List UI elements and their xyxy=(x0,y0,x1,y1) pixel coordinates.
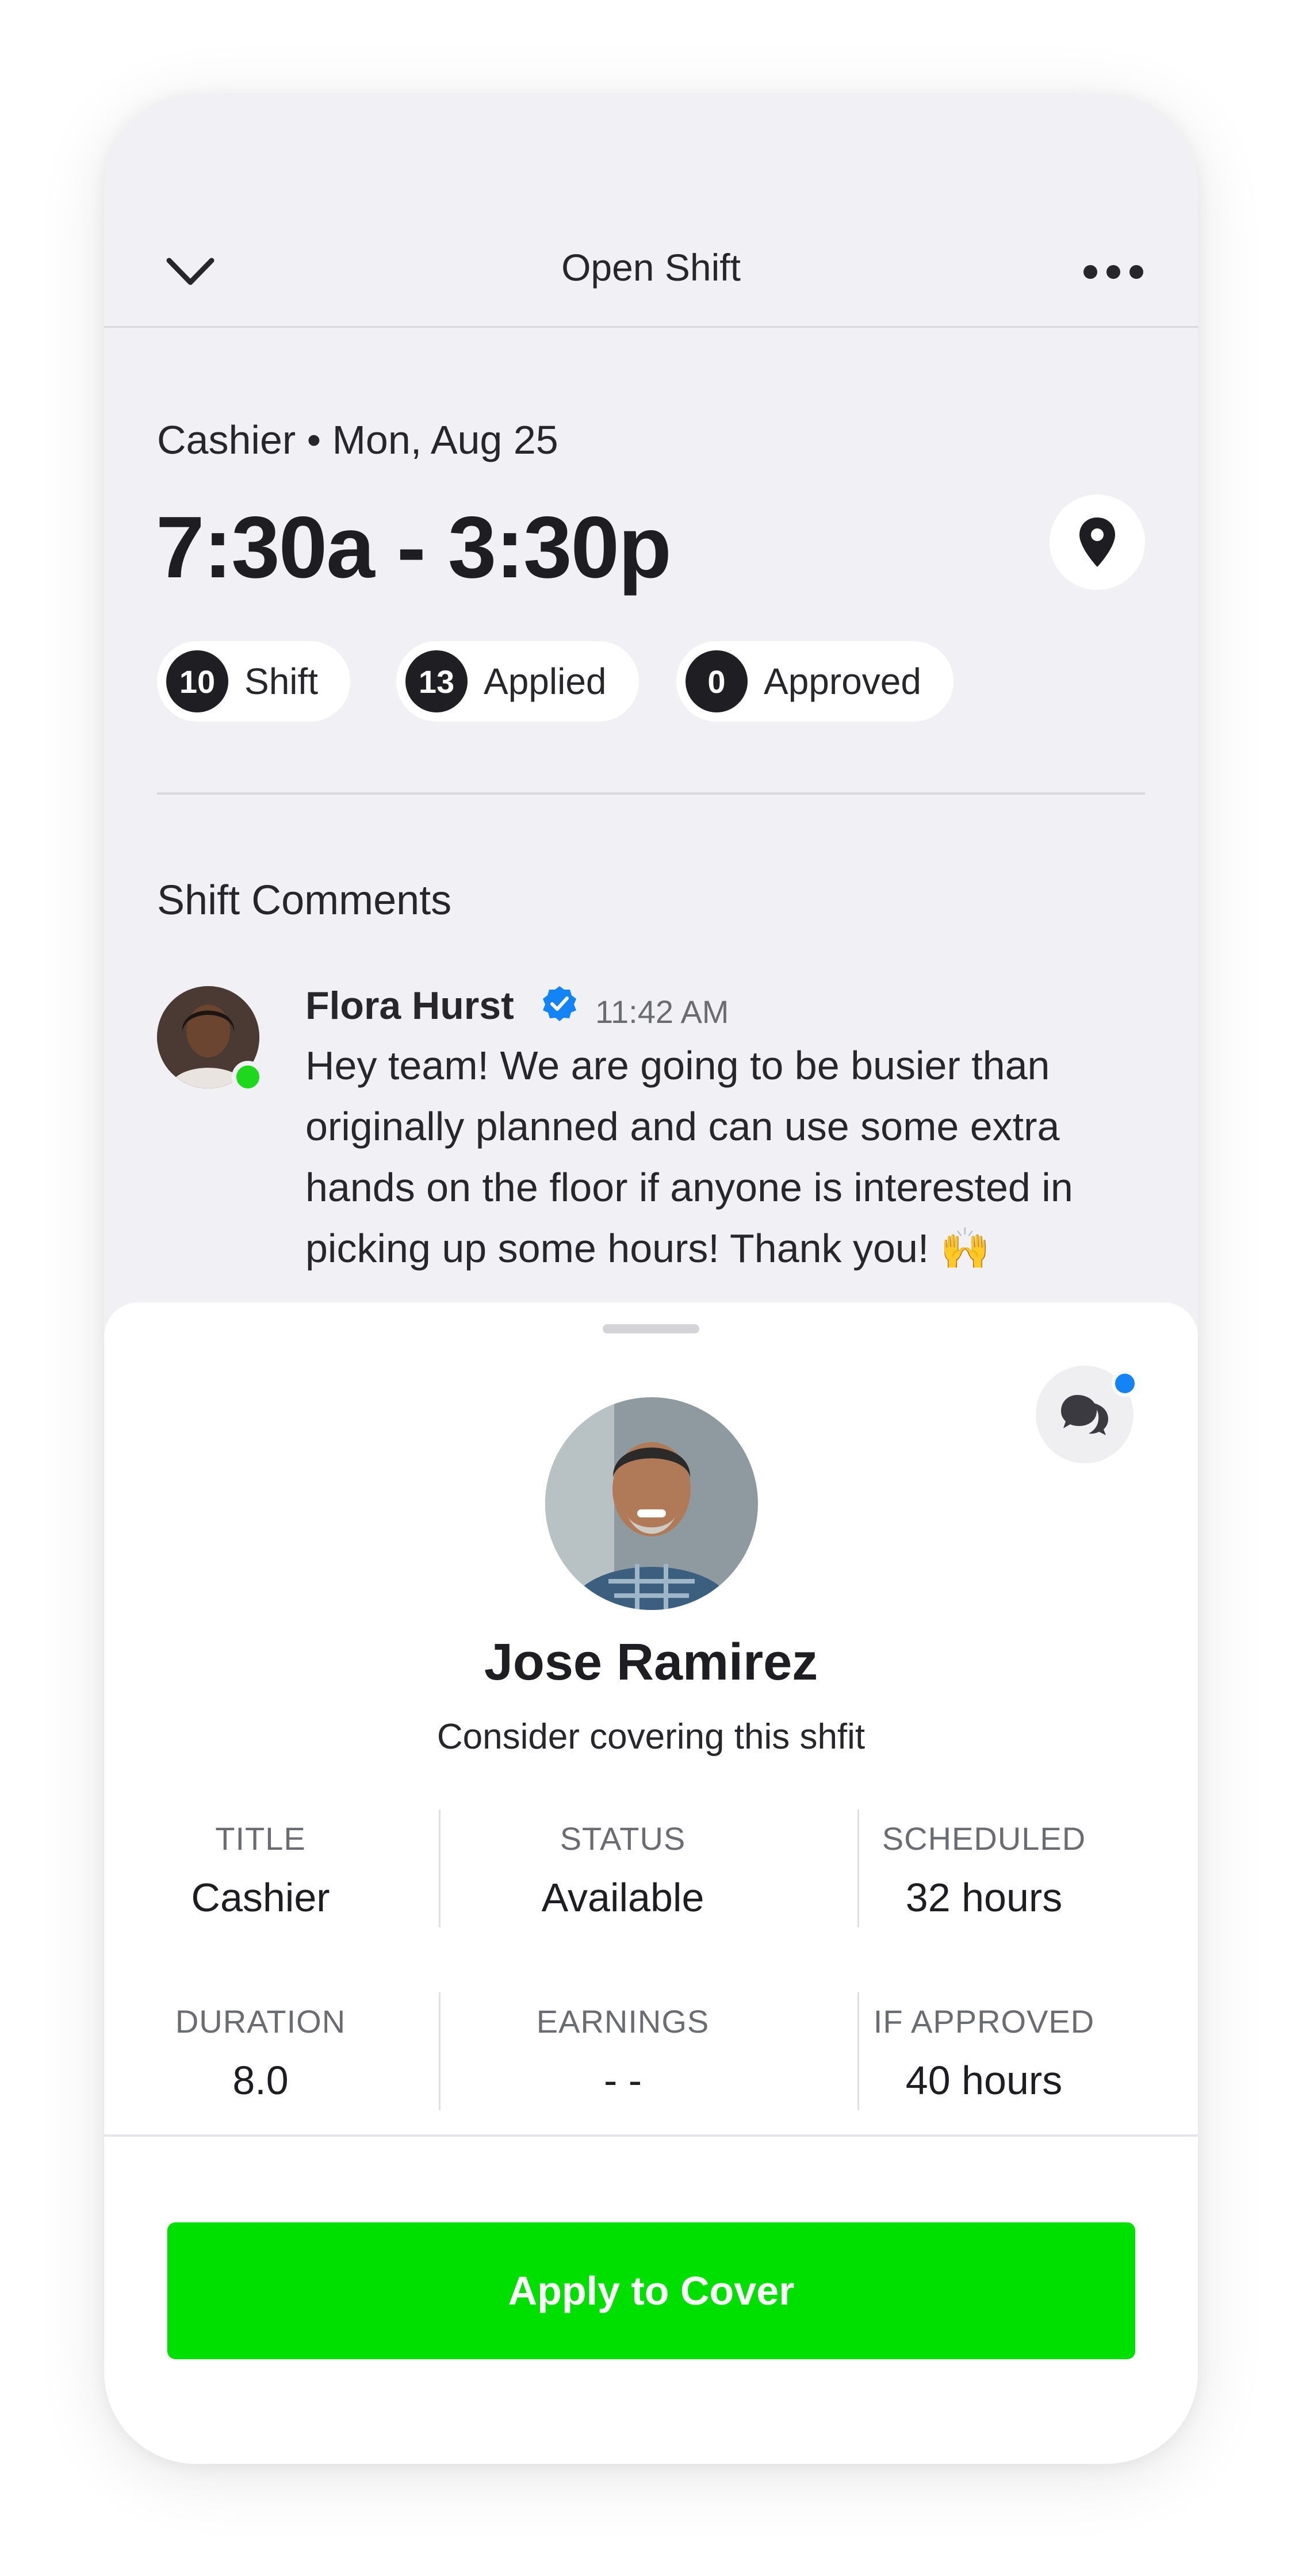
stat-title: TITLE Cashier xyxy=(104,1820,422,1920)
comment-timestamp: 11:42 AM xyxy=(595,994,729,1030)
approved-count-pill[interactable]: 0 Approved xyxy=(676,641,953,722)
comment-text: Hey team! We are going to be busier than… xyxy=(305,1043,1073,1271)
stat-value: Cashier xyxy=(191,1875,330,1920)
stat-value: - - xyxy=(603,2058,642,2103)
stat-earnings: EARNINGS - - xyxy=(462,2003,784,2103)
pill-label: Applied xyxy=(484,661,607,702)
stat-value: 40 hours xyxy=(905,2058,1063,2103)
shift-role-date: Cashier • Mon, Aug 25 xyxy=(157,417,558,462)
stat-label: TITLE xyxy=(215,1820,306,1857)
stat-label: SCHEDULED xyxy=(882,1820,1086,1857)
map-pin-icon xyxy=(1079,518,1115,567)
count-badge: 0 xyxy=(686,650,748,712)
verified-badge-icon xyxy=(543,986,576,1021)
pill-label: Shift xyxy=(244,661,319,702)
count-badge: 10 xyxy=(166,650,228,712)
comment-author-name[interactable]: Flora Hurst xyxy=(305,983,514,1028)
stat-value: Available xyxy=(541,1875,704,1920)
footer-divider xyxy=(104,2134,1198,2137)
stat-label: EARNINGS xyxy=(536,2003,710,2040)
comment-author-avatar[interactable] xyxy=(157,986,264,1093)
pill-label: Approved xyxy=(764,661,921,702)
more-options-button[interactable] xyxy=(1076,243,1151,301)
more-horizontal-icon xyxy=(1083,265,1143,279)
column-divider xyxy=(857,1992,859,2110)
stat-value: 32 hours xyxy=(905,1875,1063,1920)
stat-label: IF APPROVED xyxy=(873,2003,1095,2040)
section-divider xyxy=(157,792,1145,795)
applied-count-pill[interactable]: 13 Applied xyxy=(396,641,639,722)
stat-if-approved: IF APPROVED 40 hours xyxy=(823,2003,1145,2103)
stat-scheduled: SCHEDULED 32 hours xyxy=(823,1820,1145,1920)
online-status-indicator xyxy=(232,1061,264,1093)
user-subtitle: Consider covering this shfit xyxy=(436,1717,866,1757)
count-badge: 13 xyxy=(405,650,468,712)
top-bar: Open Shift xyxy=(104,95,1198,328)
shift-time: 7:30a - 3:30p xyxy=(156,499,672,596)
stat-label: STATUS xyxy=(560,1820,686,1857)
stat-status: STATUS Available xyxy=(462,1820,784,1920)
stat-value: 8.0 xyxy=(232,2058,289,2103)
comments-heading: Shift Comments xyxy=(157,877,452,923)
stat-duration: DURATION 8.0 xyxy=(104,2003,422,2103)
phone-screen: Open Shift Cashier • Mon, Aug 25 7:30a -… xyxy=(104,95,1198,2464)
stat-label: DURATION xyxy=(175,2003,346,2040)
bottom-sheet: Jose Ramirez Consider covering this shfi… xyxy=(104,1302,1198,2464)
avatar xyxy=(545,1397,758,1610)
page-title: Open Shift xyxy=(561,246,741,289)
user-name: Jose Ramirez xyxy=(484,1634,818,1691)
notification-dot xyxy=(1112,1370,1138,1397)
column-divider xyxy=(857,1810,859,1927)
column-divider xyxy=(439,1992,441,2110)
location-button[interactable] xyxy=(1050,494,1145,590)
drag-handle[interactable] xyxy=(603,1324,699,1333)
chat-bubbles-icon xyxy=(1061,1395,1108,1435)
apply-to-cover-button[interactable]: Apply to Cover xyxy=(167,2222,1135,2359)
column-divider xyxy=(439,1810,441,1927)
user-avatar[interactable] xyxy=(545,1397,758,1610)
shift-count-pill[interactable]: 10 Shift xyxy=(157,641,351,722)
